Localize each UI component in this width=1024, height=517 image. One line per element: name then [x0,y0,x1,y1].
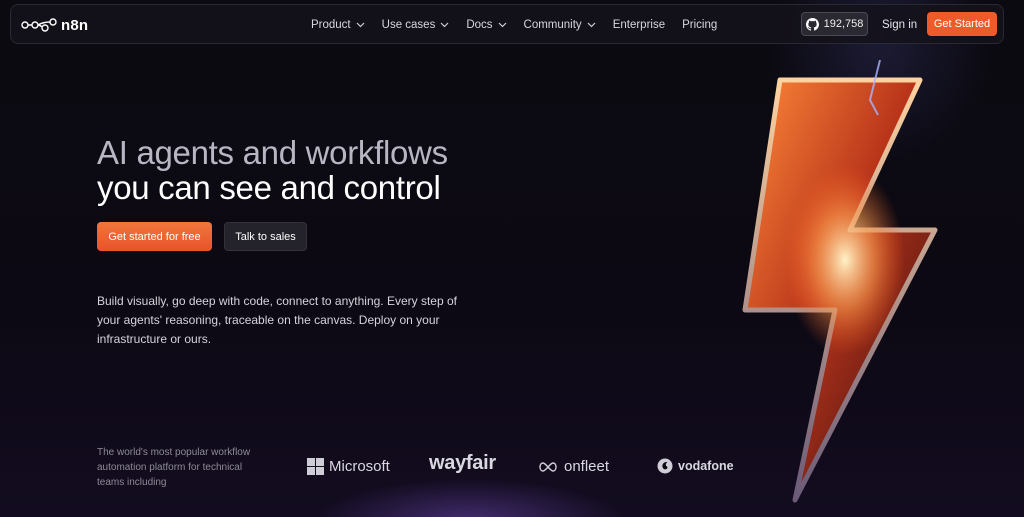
chevron-down-icon [440,22,449,28]
hero-title-line1: AI agents and workflows [97,134,448,171]
github-stars-count: 192,758 [823,18,864,30]
sign-in-link[interactable]: Sign in [882,19,917,31]
logo-text: n8n [61,16,89,34]
trust-statement: The world's most popular workflow automa… [97,447,251,488]
github-icon [805,17,819,31]
vodafone-logo-text: vodafone [678,459,734,473]
nav-item-label: Pricing [682,19,718,31]
hero-description: Build visually, go deep with code, conne… [97,294,457,346]
lightning-bolt-illustration [742,60,938,503]
wayfair-logo: wayfair [429,452,496,475]
main-menu: Product Use cases Docs Community Enterpr… [311,5,734,45]
wayfair-logo-text: wayfair [429,452,496,474]
onfleet-logo-text: onfleet [564,458,610,475]
n8n-logo-icon [21,18,57,32]
chevron-down-icon [587,22,596,28]
n8n-logo[interactable]: n8n [21,15,88,35]
nav-item-enterprise[interactable]: Enterprise [613,19,665,31]
onfleet-logo: onfleet [537,458,609,475]
get-started-free-button[interactable]: Get started for free [97,222,212,251]
nav-item-label: Enterprise [612,19,666,31]
chevron-down-icon [356,22,365,28]
github-stars-button[interactable]: 192,758 [801,12,868,36]
top-navigation: n8n Product Use cases Docs Community Ent… [10,4,1004,44]
microsoft-windows-icon [307,458,324,475]
nav-item-community[interactable]: Community [524,19,596,31]
nav-item-product[interactable]: Product [311,19,365,31]
chevron-down-icon [498,22,506,28]
vodafone-logo: vodafone [657,458,734,474]
nav-item-label: Use cases [381,19,436,31]
nav-item-docs[interactable]: Docs [466,19,506,31]
talk-to-sales-button[interactable]: Talk to sales [224,222,307,251]
nav-item-label: Community [523,19,582,31]
nav-item-pricing[interactable]: Pricing [682,19,717,31]
nav-item-use-cases[interactable]: Use cases [382,19,450,31]
get-started-button[interactable]: Get Started [927,12,997,36]
infinity-icon [539,461,557,472]
nav-item-label: Product [311,19,351,31]
vodafone-speechmark-icon [657,458,673,474]
microsoft-logo-text: Microsoft [329,458,390,475]
hero-title-line2: you can see and control [97,169,441,206]
microsoft-logo: Microsoft [307,458,390,475]
nav-item-label: Docs [466,19,493,31]
